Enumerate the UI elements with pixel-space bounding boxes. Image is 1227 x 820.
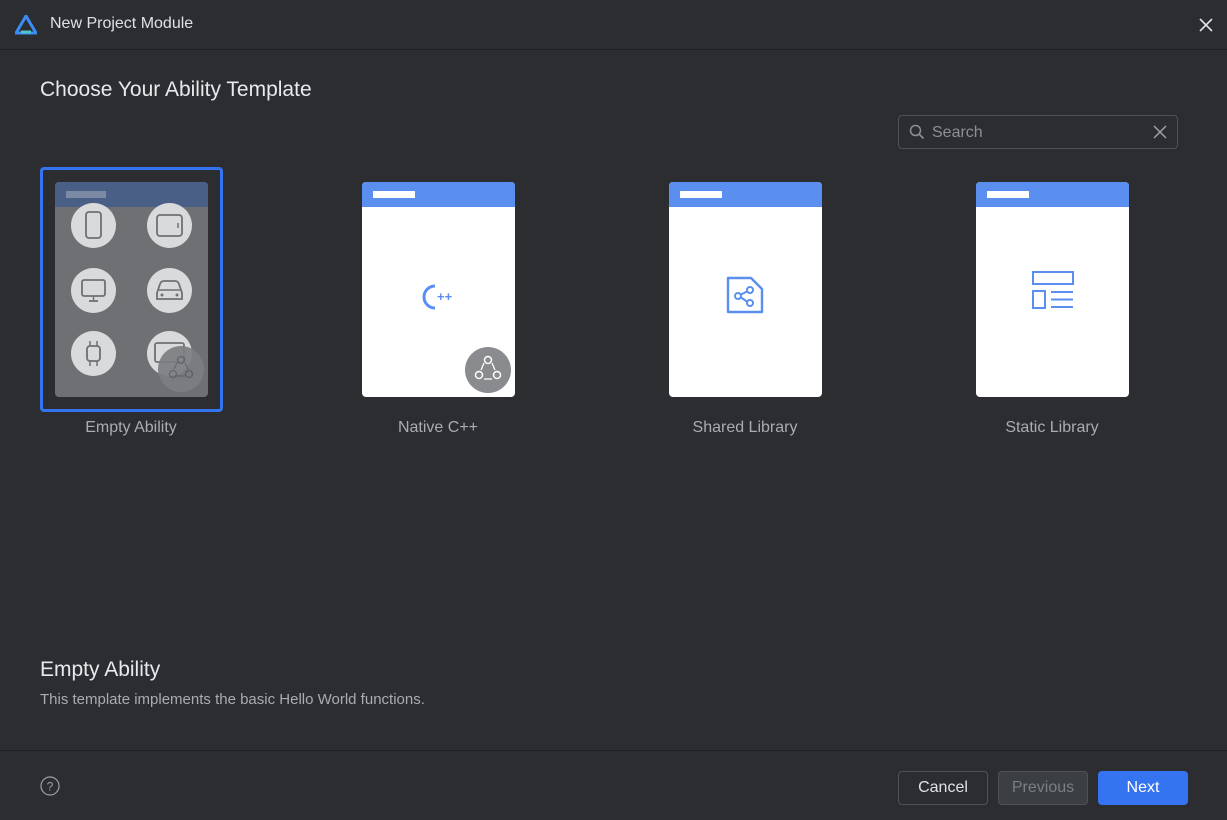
search-box[interactable] [898,115,1178,149]
template-label-native-cpp: Native C++ [397,419,479,436]
next-button[interactable]: Next [1098,771,1188,805]
previous-button[interactable]: Previous [998,771,1088,805]
page-title: Choose Your Ability Template [40,78,312,101]
car-icon [147,268,192,313]
template-card-native-cpp[interactable]: ++ [362,182,515,397]
help-icon[interactable]: ? [40,776,60,796]
phone-icon [71,203,116,248]
template-label-shared-library: Shared Library [692,419,798,436]
cpp-icon: ++ [422,284,453,310]
shared-library-icon [726,276,764,314]
clear-search-icon[interactable] [1153,125,1167,139]
watch-icon [71,331,116,376]
static-library-icon [1032,271,1074,309]
search-icon [909,124,925,140]
close-icon[interactable] [1195,14,1217,36]
template-label-empty-ability: Empty Ability [85,419,177,436]
window-title: New Project Module [50,15,194,32]
template-thumbnail [669,182,822,397]
description-title: Empty Ability [40,658,161,681]
template-thumbnail [55,182,208,397]
atomic-service-badge-icon [158,346,204,392]
template-card-empty-ability[interactable] [55,182,208,397]
footer-divider [0,750,1227,751]
svg-text:?: ? [47,780,54,794]
svg-text:++: ++ [437,289,453,304]
template-card-static-library[interactable] [976,182,1129,397]
thumbnail-header [669,182,822,207]
tv-icon [71,268,116,313]
thumbnail-header [362,182,515,207]
cancel-button[interactable]: Cancel [898,771,988,805]
thumbnail-header [976,182,1129,207]
template-thumbnail [976,182,1129,397]
app-logo-icon [15,15,37,35]
description-text: This template implements the basic Hello… [40,691,425,708]
title-bar: New Project Module [0,0,1227,50]
atomic-service-badge-icon [465,347,511,393]
template-thumbnail: ++ [362,182,515,397]
template-card-shared-library[interactable] [669,182,822,397]
search-input[interactable] [930,120,1144,146]
template-label-static-library: Static Library [1005,419,1099,436]
tablet-icon [147,203,192,248]
